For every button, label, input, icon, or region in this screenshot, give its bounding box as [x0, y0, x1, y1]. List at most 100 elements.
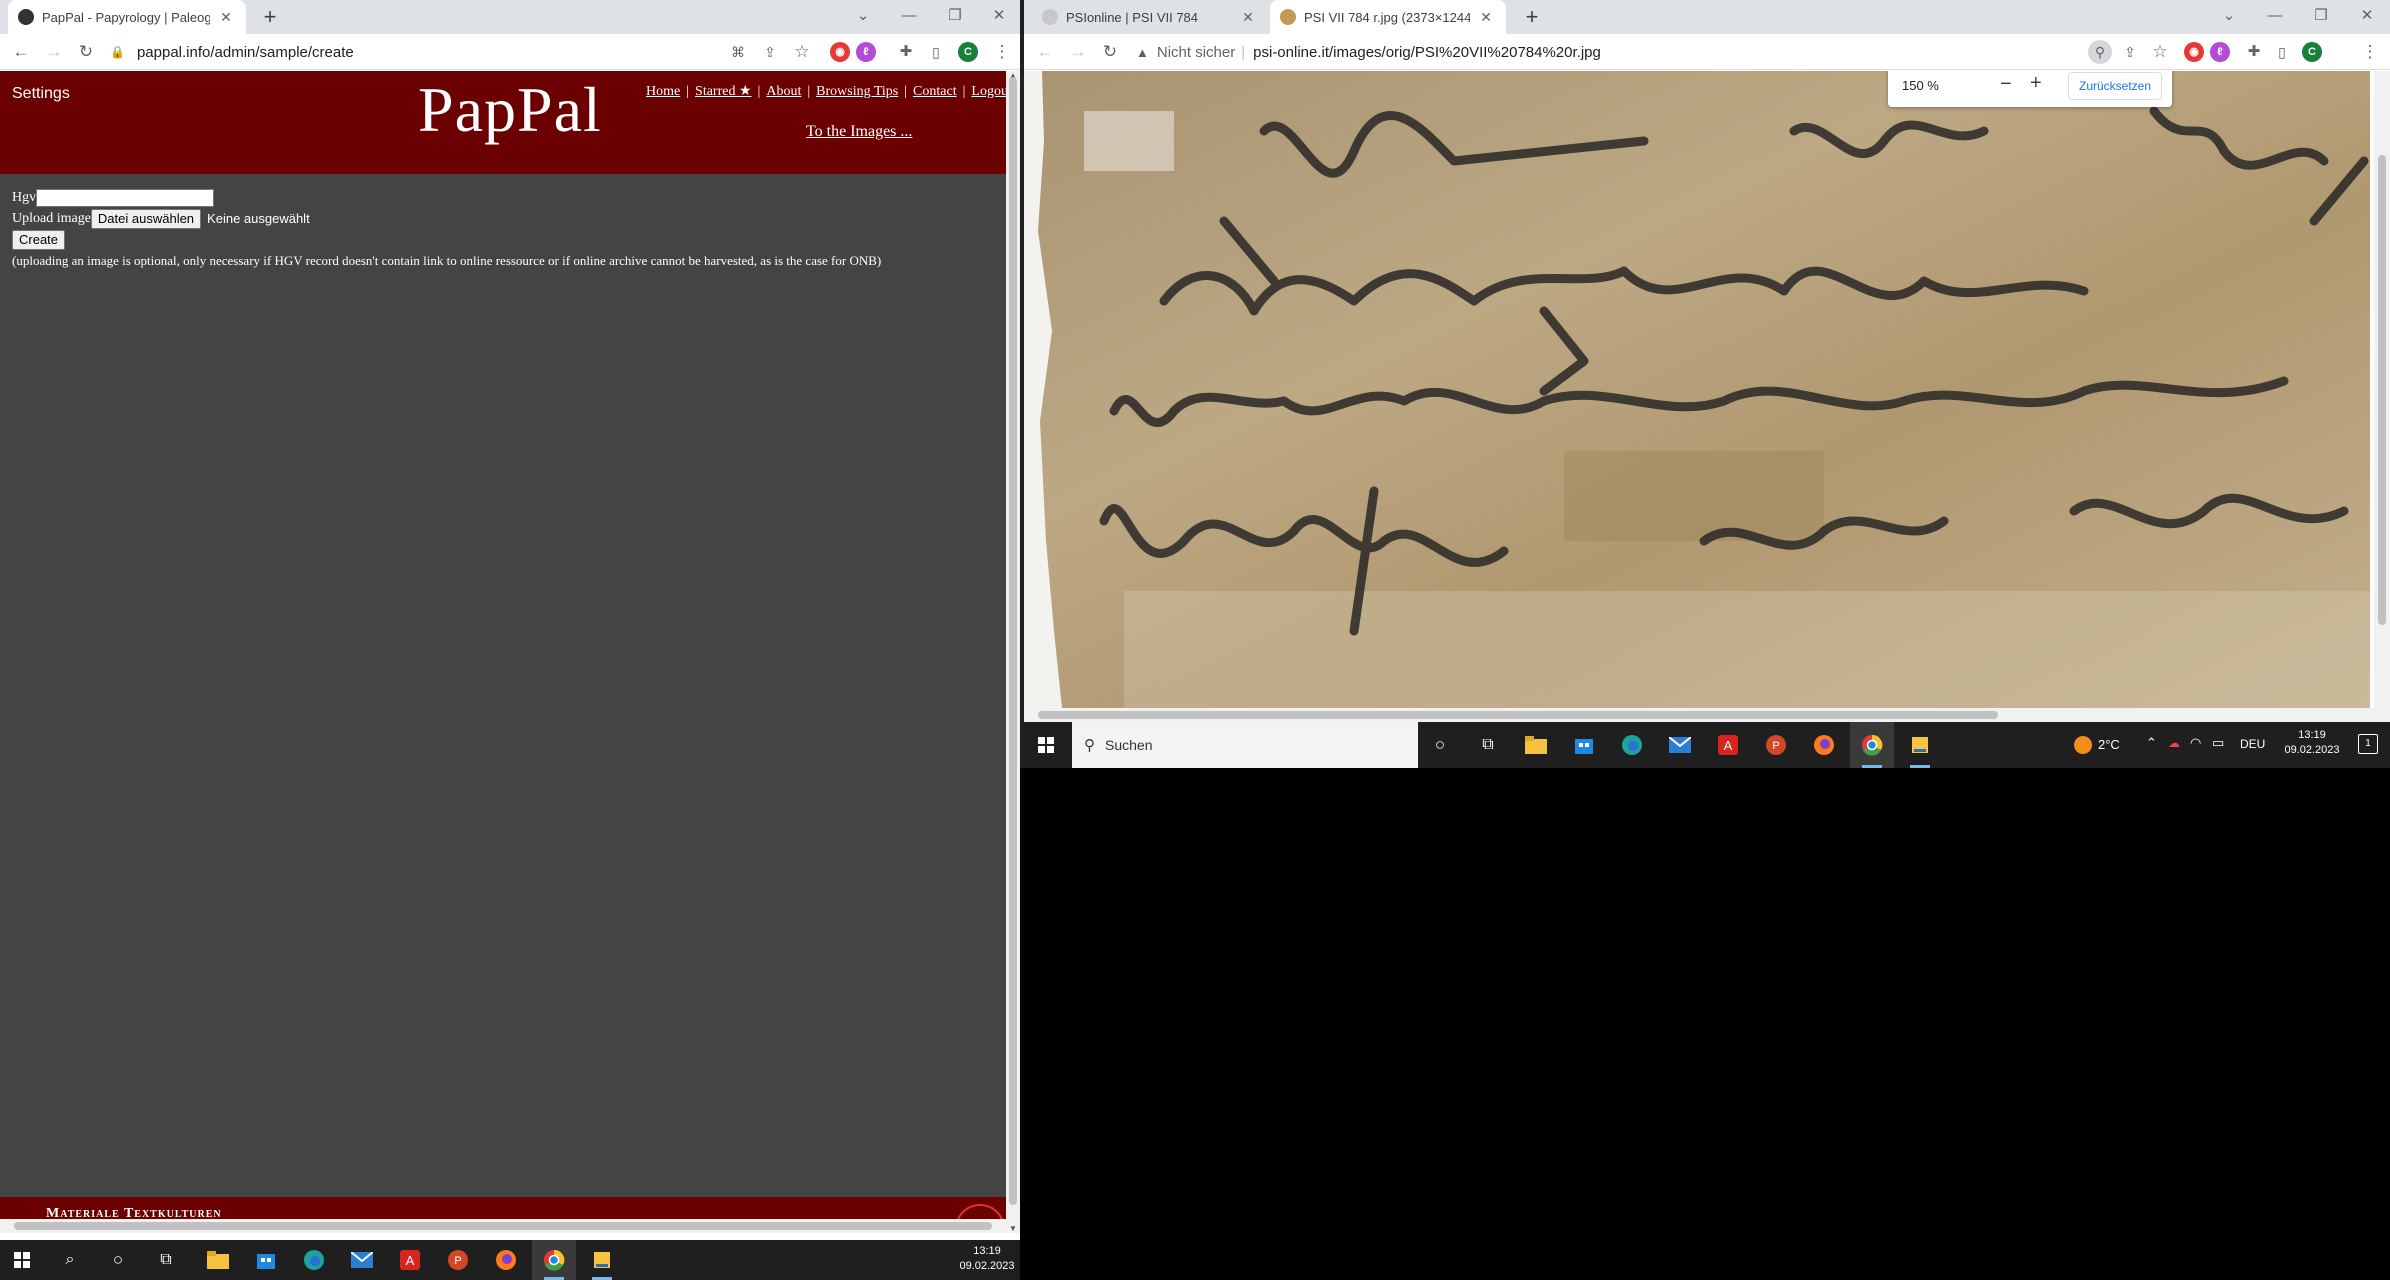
- tab-pappal[interactable]: PapPal - Papyrology | Paleography ✕: [8, 0, 246, 34]
- back-icon[interactable]: ←: [1033, 40, 1057, 64]
- side-panel-icon[interactable]: ▯: [924, 40, 948, 64]
- create-button[interactable]: Create: [12, 229, 66, 250]
- tab-psionline[interactable]: PSIonline | PSI VII 784 ✕: [1032, 0, 1268, 34]
- network-icon[interactable]: ◠: [2190, 735, 2201, 751]
- papyrus-image[interactable]: 150 % − + Zurücksetzen: [1024, 71, 2370, 708]
- scrollbar-thumb[interactable]: [1009, 77, 1017, 1205]
- to-images-link[interactable]: To the Images ...: [806, 123, 912, 141]
- task-view-icon[interactable]: ⧉: [1466, 722, 1510, 768]
- forward-icon[interactable]: →: [1066, 40, 1090, 64]
- start-windows-icon[interactable]: [1024, 722, 1068, 768]
- system-clock[interactable]: 13:19 09.02.2023: [954, 1244, 1020, 1274]
- edge-icon[interactable]: [292, 1240, 336, 1280]
- python-idle-icon[interactable]: [1898, 722, 1942, 768]
- close-tab-icon[interactable]: ✕: [216, 9, 236, 26]
- close-window-button[interactable]: ✕: [976, 0, 1020, 34]
- zoom-in-button[interactable]: +: [2030, 72, 2042, 95]
- nav-logout[interactable]: Logout: [971, 84, 1006, 99]
- close-window-button[interactable]: ✕: [2344, 0, 2390, 34]
- python-idle-icon[interactable]: [580, 1240, 624, 1280]
- edge-icon[interactable]: [1610, 722, 1654, 768]
- system-clock[interactable]: 13:19 09.02.2023: [2276, 728, 2348, 758]
- address-bar[interactable]: 🔒 pappal.info/admin/sample/create: [110, 39, 740, 65]
- extension-icon[interactable]: ℓ: [2210, 42, 2230, 62]
- chrome-icon[interactable]: [1850, 722, 1894, 768]
- side-panel-icon[interactable]: ▯: [2270, 40, 2294, 64]
- minimize-button[interactable]: —: [886, 0, 932, 34]
- close-tab-icon[interactable]: ✕: [1238, 9, 1258, 26]
- acrobat-icon[interactable]: A: [1706, 722, 1750, 768]
- chrome-icon[interactable]: [532, 1240, 576, 1280]
- tab-psi-image[interactable]: PSI VII 784 r.jpg (2373×1244) ✕: [1270, 0, 1506, 34]
- scroll-down-icon[interactable]: ▼: [1009, 1224, 1017, 1233]
- profile-avatar[interactable]: C: [2302, 42, 2322, 62]
- file-explorer-icon[interactable]: [1514, 722, 1558, 768]
- zoom-reset-button[interactable]: Zurücksetzen: [2068, 72, 2163, 100]
- mail-icon[interactable]: [340, 1240, 384, 1280]
- menu-kebab-icon[interactable]: ⋮: [990, 40, 1014, 64]
- store-icon[interactable]: [1562, 722, 1606, 768]
- close-tab-icon[interactable]: ✕: [1476, 9, 1496, 26]
- nav-starred[interactable]: Starred ★: [695, 84, 751, 99]
- powerpoint-icon[interactable]: P: [436, 1240, 480, 1280]
- store-icon[interactable]: [244, 1240, 288, 1280]
- extensions-puzzle-icon[interactable]: ✚: [894, 40, 918, 64]
- weather-sun-icon[interactable]: [2074, 736, 2092, 754]
- scrollbar-thumb[interactable]: [2378, 155, 2386, 625]
- mail-icon[interactable]: [1658, 722, 1702, 768]
- address-bar[interactable]: ▲ Nicht sicher | psi-online.it/images/or…: [1136, 39, 1936, 65]
- vertical-scrollbar[interactable]: [2374, 71, 2390, 722]
- site-logo[interactable]: PapPal: [418, 73, 602, 147]
- translate-icon[interactable]: ⌘: [726, 40, 750, 64]
- bookmark-star-icon[interactable]: ☆: [790, 40, 814, 64]
- acrobat-icon[interactable]: A: [388, 1240, 432, 1280]
- choose-file-button[interactable]: Datei auswählen: [90, 208, 202, 229]
- profile-avatar[interactable]: C: [958, 42, 978, 62]
- new-tab-button[interactable]: +: [256, 3, 284, 31]
- start-windows-icon[interactable]: [0, 1240, 44, 1280]
- scrollbar-thumb[interactable]: [14, 1222, 992, 1230]
- back-icon[interactable]: ←: [9, 40, 33, 64]
- horizontal-scrollbar[interactable]: [0, 1219, 1006, 1233]
- nav-contact[interactable]: Contact: [913, 84, 957, 99]
- language-indicator[interactable]: DEU: [2240, 737, 2265, 751]
- forward-icon[interactable]: →: [42, 40, 66, 64]
- battery-icon[interactable]: ▭: [2212, 735, 2224, 751]
- horizontal-scrollbar[interactable]: [1024, 708, 2374, 722]
- notification-center-icon[interactable]: 1: [2358, 734, 2378, 754]
- cortana-icon[interactable]: ○: [1418, 722, 1462, 768]
- extension-icon[interactable]: ◉: [830, 42, 850, 62]
- powerpoint-icon[interactable]: P: [1754, 722, 1798, 768]
- restore-button[interactable]: ❐: [932, 0, 978, 34]
- extension-icon[interactable]: ℓ: [856, 42, 876, 62]
- bookmark-star-icon[interactable]: ☆: [2148, 40, 2172, 64]
- onedrive-icon[interactable]: ☁: [2168, 736, 2180, 750]
- nav-home[interactable]: Home: [646, 84, 680, 99]
- firefox-icon[interactable]: [484, 1240, 528, 1280]
- minimize-button[interactable]: —: [2252, 0, 2298, 34]
- nav-about[interactable]: About: [766, 84, 801, 99]
- vertical-scrollbar[interactable]: ▲ ▼: [1006, 71, 1020, 1233]
- search-icon[interactable]: ⌕: [48, 1240, 92, 1280]
- cortana-icon[interactable]: ○: [96, 1240, 140, 1280]
- extension-icon[interactable]: ◉: [2184, 42, 2204, 62]
- settings-link[interactable]: Settings: [12, 85, 70, 103]
- reload-icon[interactable]: ↻: [1098, 40, 1122, 64]
- tab-search-icon[interactable]: ⌄: [840, 0, 886, 34]
- file-explorer-icon[interactable]: [196, 1240, 240, 1280]
- task-view-icon[interactable]: ⧉: [144, 1240, 188, 1280]
- tab-search-icon[interactable]: ⌄: [2206, 0, 2252, 34]
- share-icon[interactable]: ⇪: [2118, 40, 2142, 64]
- reload-icon[interactable]: ↻: [74, 40, 98, 64]
- menu-kebab-icon[interactable]: ⋮: [2358, 40, 2382, 64]
- weather-temperature[interactable]: 2°C: [2098, 737, 2120, 752]
- chevron-up-icon[interactable]: ⌃: [2146, 735, 2157, 751]
- zoom-magnifier-icon[interactable]: ⚲: [2088, 40, 2112, 64]
- taskbar-search-box[interactable]: ⚲ Suchen: [1072, 722, 1418, 768]
- zoom-out-button[interactable]: −: [2000, 73, 2012, 96]
- scrollbar-thumb[interactable]: [1038, 711, 1998, 719]
- hgv-input[interactable]: [36, 188, 215, 207]
- nav-browsing-tips[interactable]: Browsing Tips: [816, 84, 898, 99]
- restore-button[interactable]: ❐: [2298, 0, 2344, 34]
- extensions-puzzle-icon[interactable]: ✚: [2242, 40, 2266, 64]
